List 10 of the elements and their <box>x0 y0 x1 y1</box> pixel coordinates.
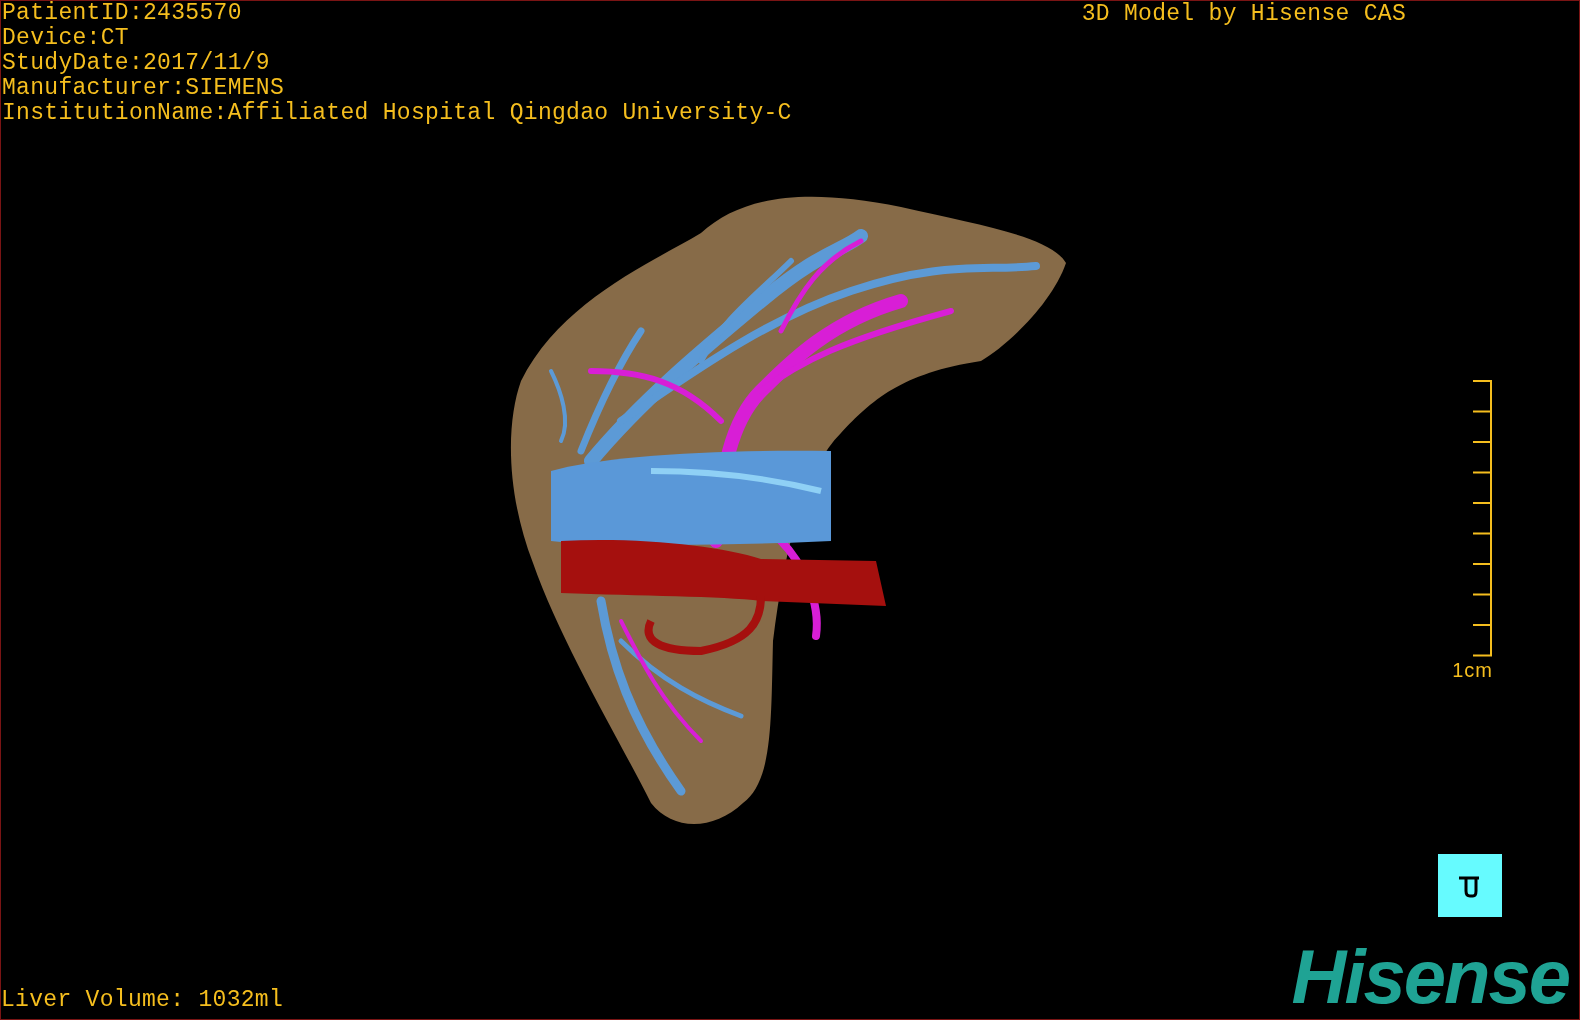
scale-label: 1cm <box>1452 659 1493 681</box>
liver-volume: Liver Volume: 1032ml <box>1 988 284 1013</box>
patient-info-line: PatientID:2435570 <box>2 1 243 26</box>
patient-info-line: StudyDate:2017/11/9 <box>2 51 271 76</box>
model-title: 3D Model by Hisense CAS <box>1081 2 1406 27</box>
patient-info-line: Manufacturer:SIEMENS <box>2 76 286 101</box>
patient-info-line: InstitutionName:Affiliated Hospital Qingdao University-C <box>2 101 792 126</box>
orientation-button[interactable] <box>1438 854 1502 917</box>
patient-info-line: Device:CT <box>2 26 130 51</box>
brand-logo: Hisense <box>1291 941 1569 1013</box>
